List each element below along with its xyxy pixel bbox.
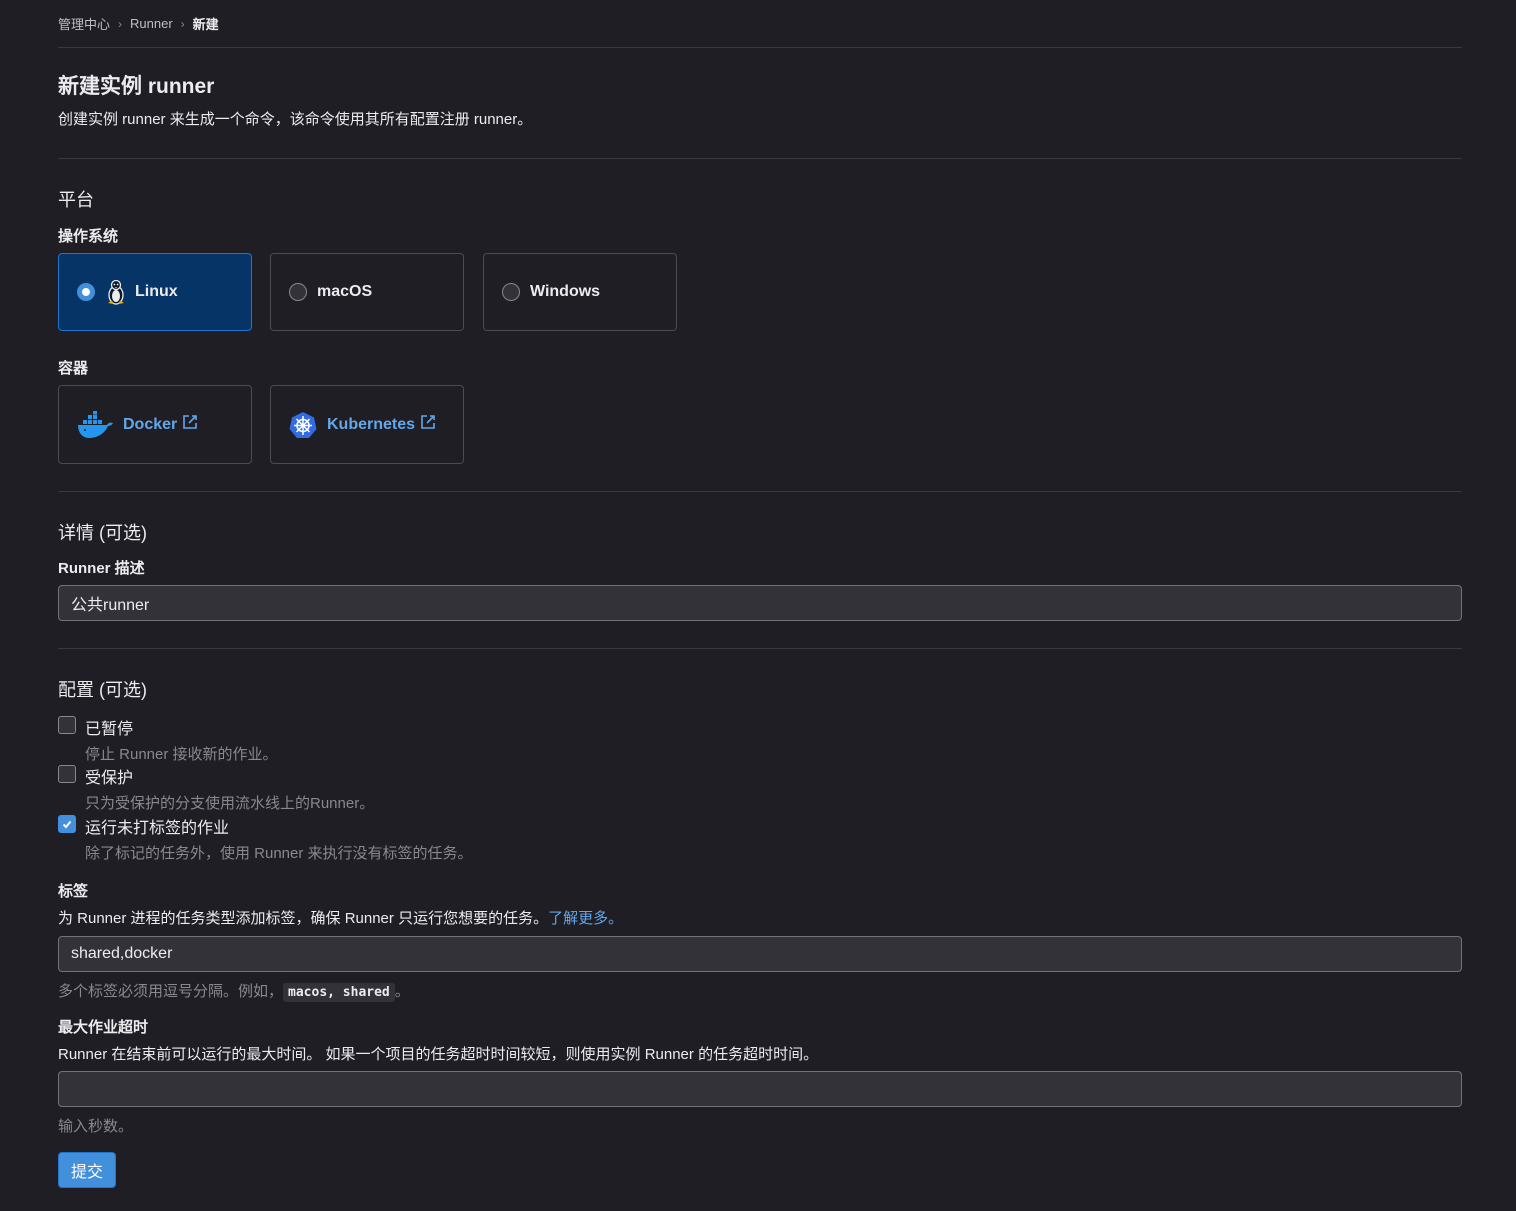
docker-icon — [77, 410, 115, 439]
divider — [58, 158, 1462, 159]
run-untagged-option: 运行未打标签的作业 除了标记的任务外，使用 Runner 来执行没有标签的任务。 — [58, 814, 473, 863]
tags-hint-text: 多个标签必须用逗号分隔。例如， — [58, 983, 284, 1000]
protected-help: 只为受保护的分支使用流水线上的Runner。 — [85, 795, 375, 812]
check-icon — [62, 820, 72, 829]
os-label: 操作系统 — [58, 228, 119, 245]
config-heading: 配置 (可选) — [58, 680, 147, 700]
radio-linux[interactable] — [77, 283, 95, 301]
tags-input[interactable]: shared,docker — [58, 936, 1462, 972]
breadcrumb-admin[interactable]: 管理中心 — [58, 14, 110, 33]
chevron-right-icon: › — [180, 16, 185, 31]
timeout-help: Runner 在结束前可以运行的最大时间。 如果一个项目的任务超时时间较短，则使… — [58, 1046, 819, 1063]
kubernetes-link-label: Kubernetes — [327, 415, 416, 433]
container-label: 容器 — [58, 360, 89, 377]
new-runner-page: 管理中心 › Runner › 新建 新建实例 runner 创建实例 runn… — [0, 0, 1516, 1211]
submit-button[interactable]: 提交 — [58, 1152, 116, 1188]
protected-option: 受保护 只为受保护的分支使用流水线上的Runner。 — [58, 764, 374, 813]
paused-label: 已暂停 — [85, 721, 134, 738]
tags-hint-suffix: 。 — [394, 983, 410, 1000]
chevron-right-icon: › — [118, 16, 123, 31]
tags-help-text: 为 Runner 进程的任务类型添加标签，确保 Runner 只运行您想要的任务… — [58, 910, 549, 927]
os-option-linux[interactable]: Linux — [58, 253, 252, 331]
kubernetes-link[interactable]: Kubernetes — [327, 414, 436, 435]
timeout-label: 最大作业超时 — [58, 1019, 149, 1036]
breadcrumb: 管理中心 › Runner › 新建 — [58, 0, 1462, 48]
platform-heading: 平台 — [58, 190, 94, 210]
timeout-hint: 输入秒数。 — [58, 1118, 134, 1135]
divider — [58, 648, 1462, 649]
os-label-windows: Windows — [530, 283, 601, 300]
docker-link[interactable]: Docker — [123, 414, 198, 435]
linux-tux-icon — [105, 279, 127, 305]
breadcrumb-current: 新建 — [192, 17, 219, 32]
external-link-icon — [182, 414, 198, 435]
protected-checkbox[interactable] — [58, 765, 76, 783]
protected-label: 受保护 — [85, 770, 134, 787]
os-option-macos[interactable]: macOS — [270, 253, 464, 331]
breadcrumb-runner[interactable]: Runner — [130, 16, 173, 31]
paused-help: 停止 Runner 接收新的作业。 — [85, 746, 278, 763]
tags-help: 为 Runner 进程的任务类型添加标签，确保 Runner 只运行您想要的任务… — [58, 907, 1462, 928]
os-label-macos: macOS — [317, 283, 373, 300]
page-description: 创建实例 runner 来生成一个命令，该命令使用其所有配置注册 runner。 — [58, 111, 533, 128]
kubernetes-icon — [289, 411, 317, 439]
run-untagged-help: 除了标记的任务外，使用 Runner 来执行没有标签的任务。 — [85, 845, 473, 862]
details-heading: 详情 (可选) — [58, 523, 147, 543]
paused-checkbox[interactable] — [58, 716, 76, 734]
tags-hint: 多个标签必须用逗号分隔。例如， macos, shared。 — [58, 980, 1462, 1002]
runner-description-input[interactable]: 公共runner — [58, 585, 1462, 621]
runner-description-label: Runner 描述 — [58, 560, 145, 577]
run-untagged-checkbox[interactable] — [58, 815, 76, 833]
container-kubernetes[interactable]: Kubernetes — [270, 385, 464, 464]
learn-more-link[interactable]: 了解更多。 — [548, 910, 623, 927]
timeout-input[interactable] — [58, 1071, 1462, 1107]
os-label-linux: Linux — [135, 283, 178, 300]
run-untagged-label: 运行未打标签的作业 — [85, 820, 230, 837]
page-title: 新建实例 runner — [58, 75, 215, 98]
radio-windows[interactable] — [502, 283, 520, 301]
paused-option: 已暂停 停止 Runner 接收新的作业。 — [58, 715, 278, 764]
tags-label: 标签 — [58, 883, 89, 900]
external-link-icon — [420, 414, 436, 435]
os-option-windows[interactable]: Windows — [483, 253, 677, 331]
container-docker[interactable]: Docker — [58, 385, 252, 464]
tags-example: macos, shared — [283, 983, 395, 1002]
docker-link-label: Docker — [123, 415, 178, 433]
radio-macos[interactable] — [289, 283, 307, 301]
divider — [58, 491, 1462, 492]
